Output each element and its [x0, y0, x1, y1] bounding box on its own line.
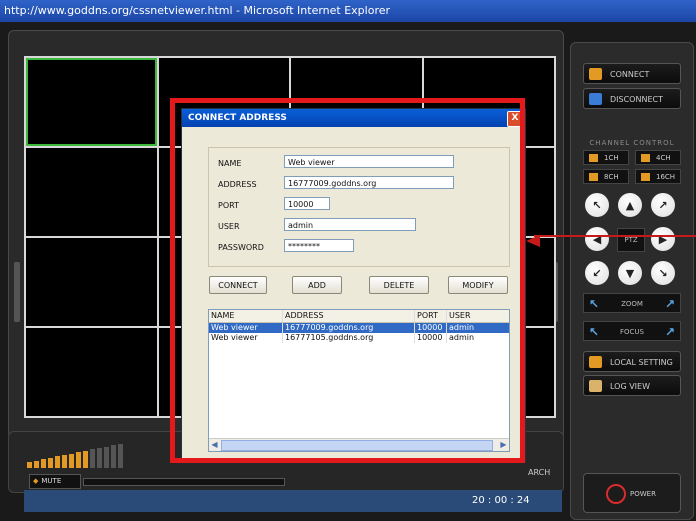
- level-bar: [41, 459, 46, 468]
- focus-near-icon[interactable]: ↖: [589, 324, 599, 340]
- ptz-down-left-button[interactable]: ↙: [585, 261, 609, 285]
- local-setting-label: LOCAL SETTING: [610, 358, 673, 367]
- wrench-icon: [589, 356, 602, 368]
- annotation-arrow-icon: [526, 235, 540, 247]
- power-button[interactable]: POWER: [583, 473, 681, 513]
- channel-label: 1CH: [604, 154, 619, 162]
- clock-text: 20 : 00 : 24: [472, 495, 530, 506]
- channel-control-title: CHANNEL CONTROL: [589, 139, 675, 147]
- focus-control: ↖ FOCUS ↗: [583, 321, 681, 341]
- connect-label: CONNECT: [610, 70, 650, 79]
- log-icon: [589, 380, 602, 392]
- channel-icon: [641, 154, 650, 162]
- channel-icon: [589, 173, 598, 181]
- ptz-center-label: PTZ: [617, 228, 645, 252]
- audio-level-meter: [27, 442, 123, 468]
- mute-button[interactable]: ◆ MUTE: [29, 474, 81, 489]
- level-bar: [48, 457, 53, 468]
- zoom-label: ZOOM: [621, 300, 643, 308]
- annotation-arrow-line: [534, 235, 696, 237]
- disconnect-label: DISCONNECT: [610, 95, 663, 104]
- focus-far-icon[interactable]: ↗: [665, 324, 675, 340]
- left-rail: [14, 262, 20, 322]
- ptz-up-button[interactable]: ▲: [618, 193, 642, 217]
- video-cell[interactable]: [26, 58, 157, 146]
- channel-icon: [589, 154, 598, 162]
- annotation-highlight-box: [170, 98, 525, 463]
- ptz-right-button[interactable]: ▶: [651, 227, 675, 251]
- disconnect-icon: [589, 93, 602, 105]
- ptz-up-right-button[interactable]: ↗: [651, 193, 675, 217]
- level-bar: [34, 460, 39, 468]
- level-bar: [83, 450, 88, 468]
- level-bar: [111, 445, 116, 468]
- level-bar: [76, 452, 81, 468]
- level-bar: [69, 453, 74, 468]
- video-cell[interactable]: [26, 148, 157, 236]
- ptz-down-right-button[interactable]: ↘: [651, 261, 675, 285]
- disconnect-button[interactable]: DISCONNECT: [583, 88, 681, 109]
- video-cell[interactable]: [26, 238, 157, 326]
- connect-button[interactable]: CONNECT: [583, 63, 681, 84]
- channel-label: 4CH: [656, 154, 671, 162]
- zoom-control: ↖ ZOOM ↗: [583, 293, 681, 313]
- level-bar: [90, 449, 95, 468]
- focus-label: FOCUS: [620, 328, 644, 336]
- level-bar: [118, 443, 123, 468]
- window-title: http://www.goddns.org/cssnetviewer.html …: [4, 4, 391, 17]
- zoom-in-icon[interactable]: ↗: [665, 296, 675, 312]
- log-view-label: LOG VIEW: [610, 382, 651, 391]
- zoom-out-icon[interactable]: ↖: [589, 296, 599, 312]
- power-label: POWER: [630, 490, 656, 498]
- channel-icon: [641, 173, 650, 181]
- channel-label: 8CH: [604, 173, 619, 181]
- ptz-up-left-button[interactable]: ↖: [585, 193, 609, 217]
- browser-titlebar: http://www.goddns.org/cssnetviewer.html …: [0, 0, 696, 22]
- level-bar: [104, 446, 109, 468]
- mute-label: MUTE: [41, 477, 62, 485]
- search-arch-label: ARCH: [528, 468, 551, 477]
- ptz-left-button[interactable]: ◀: [585, 227, 609, 251]
- ptz-down-button[interactable]: ▼: [618, 261, 642, 285]
- channel-16ch-button[interactable]: 16CH: [635, 169, 681, 184]
- power-icon: [606, 484, 626, 504]
- connect-icon: [589, 68, 602, 80]
- level-bar: [27, 462, 32, 468]
- local-setting-button[interactable]: LOCAL SETTING: [583, 351, 681, 372]
- level-bar: [62, 455, 67, 468]
- channel-label: 16CH: [656, 173, 676, 181]
- level-bar: [55, 456, 60, 468]
- channel-8ch-button[interactable]: 8CH: [583, 169, 629, 184]
- control-panel: CONNECT DISCONNECT CHANNEL CONTROL 1CH 4…: [570, 42, 694, 520]
- channel-4ch-button[interactable]: 4CH: [635, 150, 681, 165]
- volume-slider[interactable]: [83, 478, 285, 486]
- video-cell[interactable]: [26, 328, 157, 416]
- status-bar: 20 : 00 : 24: [24, 490, 562, 512]
- speaker-icon: ◆: [33, 477, 39, 485]
- channel-1ch-button[interactable]: 1CH: [583, 150, 629, 165]
- log-view-button[interactable]: LOG VIEW: [583, 375, 681, 396]
- level-bar: [97, 448, 102, 468]
